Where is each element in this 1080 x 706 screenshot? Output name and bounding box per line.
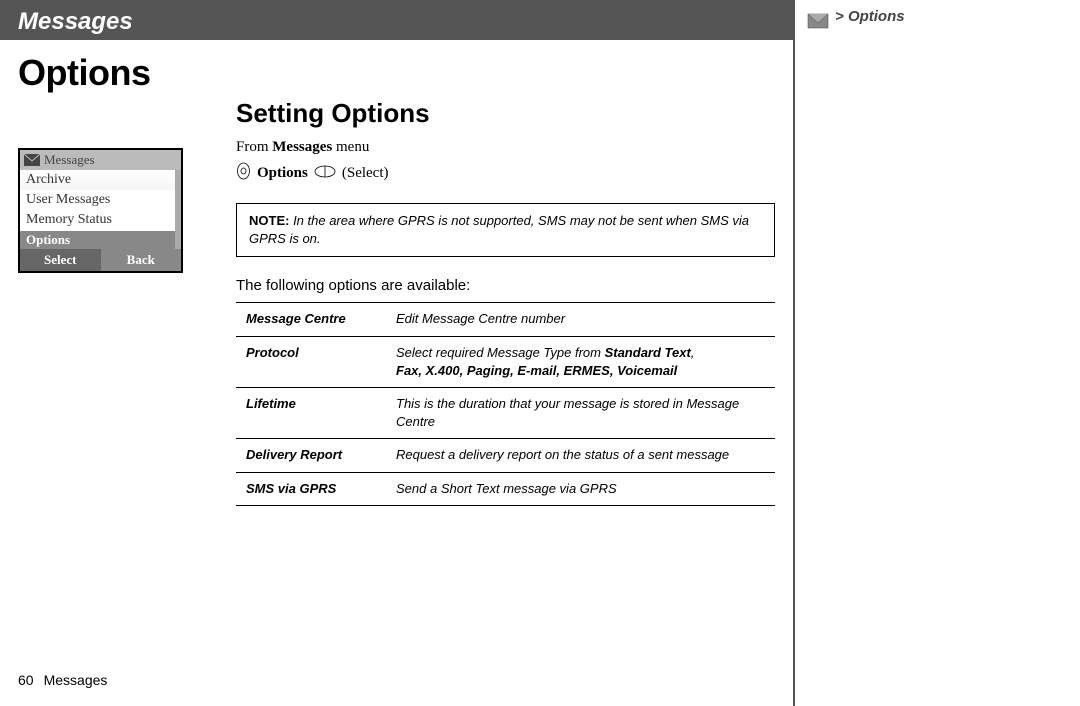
chapter-banner: Messages (0, 0, 793, 40)
option-name: Message Centre (236, 303, 386, 336)
table-row: Delivery Report Request a delivery repor… (236, 439, 775, 472)
page-number: 60 (18, 672, 34, 688)
phone-softkey-select: Select (20, 249, 101, 271)
page-heading: Options (18, 52, 793, 94)
option-desc: Edit Message Centre number (386, 303, 775, 336)
option-desc: Request a delivery report on the status … (386, 439, 775, 472)
table-row: SMS via GPRS Send a Short Text message v… (236, 472, 775, 505)
chapter-title: Messages (18, 8, 133, 35)
option-desc: This is the duration that your message i… (386, 387, 775, 438)
select-key-icon (314, 165, 336, 183)
envelope-icon (24, 154, 40, 166)
option-name: Delivery Report (236, 439, 386, 472)
from-menu-line: From Messages menu (236, 139, 775, 156)
footer-section: Messages (44, 672, 108, 688)
option-name: Protocol (236, 336, 386, 387)
table-row: Lifetime This is the duration that your … (236, 387, 775, 438)
phone-menu-item-selected: Options (20, 231, 181, 250)
phone-scrollbar (175, 170, 181, 249)
option-name: Lifetime (236, 387, 386, 438)
options-intro: The following options are available: (236, 277, 775, 294)
note-text: In the area where GPRS is not supported,… (249, 213, 749, 246)
envelope-icon (807, 12, 829, 30)
section-heading: Setting Options (236, 98, 775, 129)
phone-menu-item: Archive (20, 170, 181, 190)
nav-key-icon (236, 162, 251, 185)
option-desc: Send a Short Text message via GPRS (386, 472, 775, 505)
phone-menu-item: Memory Status (20, 210, 181, 230)
note-box: NOTE: In the area where GPRS is not supp… (236, 203, 775, 257)
page-footer: 60 Messages (18, 672, 107, 688)
phone-screen-illustration: Messages Archive User Messages Memory St… (18, 148, 183, 273)
sidebar-header: > Options (795, 0, 1080, 706)
phone-menu-item: User Messages (20, 190, 181, 210)
table-row: Message Centre Edit Message Centre numbe… (236, 303, 775, 336)
main-page: Messages Options Messages Archive User M… (0, 0, 795, 706)
option-name: SMS via GPRS (236, 472, 386, 505)
phone-softkey-back: Back (101, 249, 182, 271)
navigation-line: Options (Select) (236, 162, 775, 185)
note-label: NOTE: (249, 213, 289, 228)
phone-softkeys: Select Back (20, 249, 181, 271)
phone-title: Messages (44, 152, 95, 168)
table-row: Protocol Select required Message Type fr… (236, 336, 775, 387)
options-table: Message Centre Edit Message Centre numbe… (236, 302, 775, 505)
phone-title-bar: Messages (20, 150, 181, 170)
option-desc: Select required Message Type from Standa… (386, 336, 775, 387)
sidebar-breadcrumb: > Options (835, 8, 905, 25)
